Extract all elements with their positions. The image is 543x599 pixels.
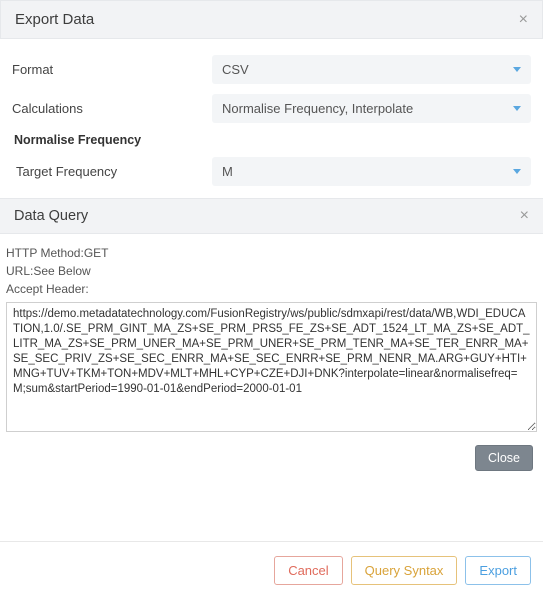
calculations-select[interactable]: Normalise Frequency, Interpolate [212, 94, 531, 123]
data-query-title: Data Query [14, 208, 88, 224]
chevron-down-icon [513, 169, 521, 174]
calculations-label: Calculations [12, 101, 212, 116]
export-button[interactable]: Export [465, 556, 531, 585]
url-note: See Below [33, 264, 90, 278]
format-select[interactable]: CSV [212, 55, 531, 84]
calculations-value: Normalise Frequency, Interpolate [222, 101, 413, 116]
close-button[interactable]: Close [475, 445, 533, 471]
close-bar: Close [0, 435, 543, 475]
dialog-header: Export Data × [0, 0, 543, 39]
target-freq-label: Target Frequency [12, 164, 212, 179]
http-method-line: HTTP Method:GET [6, 244, 537, 262]
format-value: CSV [222, 62, 249, 77]
url-line: URL:See Below [6, 262, 537, 280]
http-method-value: GET [84, 246, 109, 260]
query-url-textarea[interactable] [6, 302, 537, 432]
http-method-label: HTTP Method: [6, 246, 84, 260]
close-icon[interactable]: × [520, 208, 529, 224]
form-area: Format CSV Calculations Normalise Freque… [0, 39, 543, 186]
url-label: URL: [6, 264, 33, 278]
chevron-down-icon [513, 67, 521, 72]
target-freq-value: M [222, 164, 233, 179]
dialog-footer: Cancel Query Syntax Export [0, 541, 543, 599]
accept-header-line: Accept Header: [6, 280, 537, 298]
accept-header-label: Accept Header: [6, 282, 89, 296]
query-syntax-button[interactable]: Query Syntax [351, 556, 458, 585]
dialog-title: Export Data [15, 11, 94, 28]
data-query-header: Data Query × [0, 198, 543, 234]
cancel-button[interactable]: Cancel [274, 556, 342, 585]
target-freq-select[interactable]: M [212, 157, 531, 186]
format-label: Format [12, 62, 212, 77]
calculations-row: Calculations Normalise Frequency, Interp… [12, 94, 531, 123]
query-info: HTTP Method:GET URL:See Below Accept Hea… [0, 234, 543, 302]
format-row: Format CSV [12, 55, 531, 84]
normalise-section-label: Normalise Frequency [14, 133, 531, 147]
chevron-down-icon [513, 106, 521, 111]
target-freq-row: Target Frequency M [12, 157, 531, 186]
close-icon[interactable]: × [519, 12, 528, 28]
